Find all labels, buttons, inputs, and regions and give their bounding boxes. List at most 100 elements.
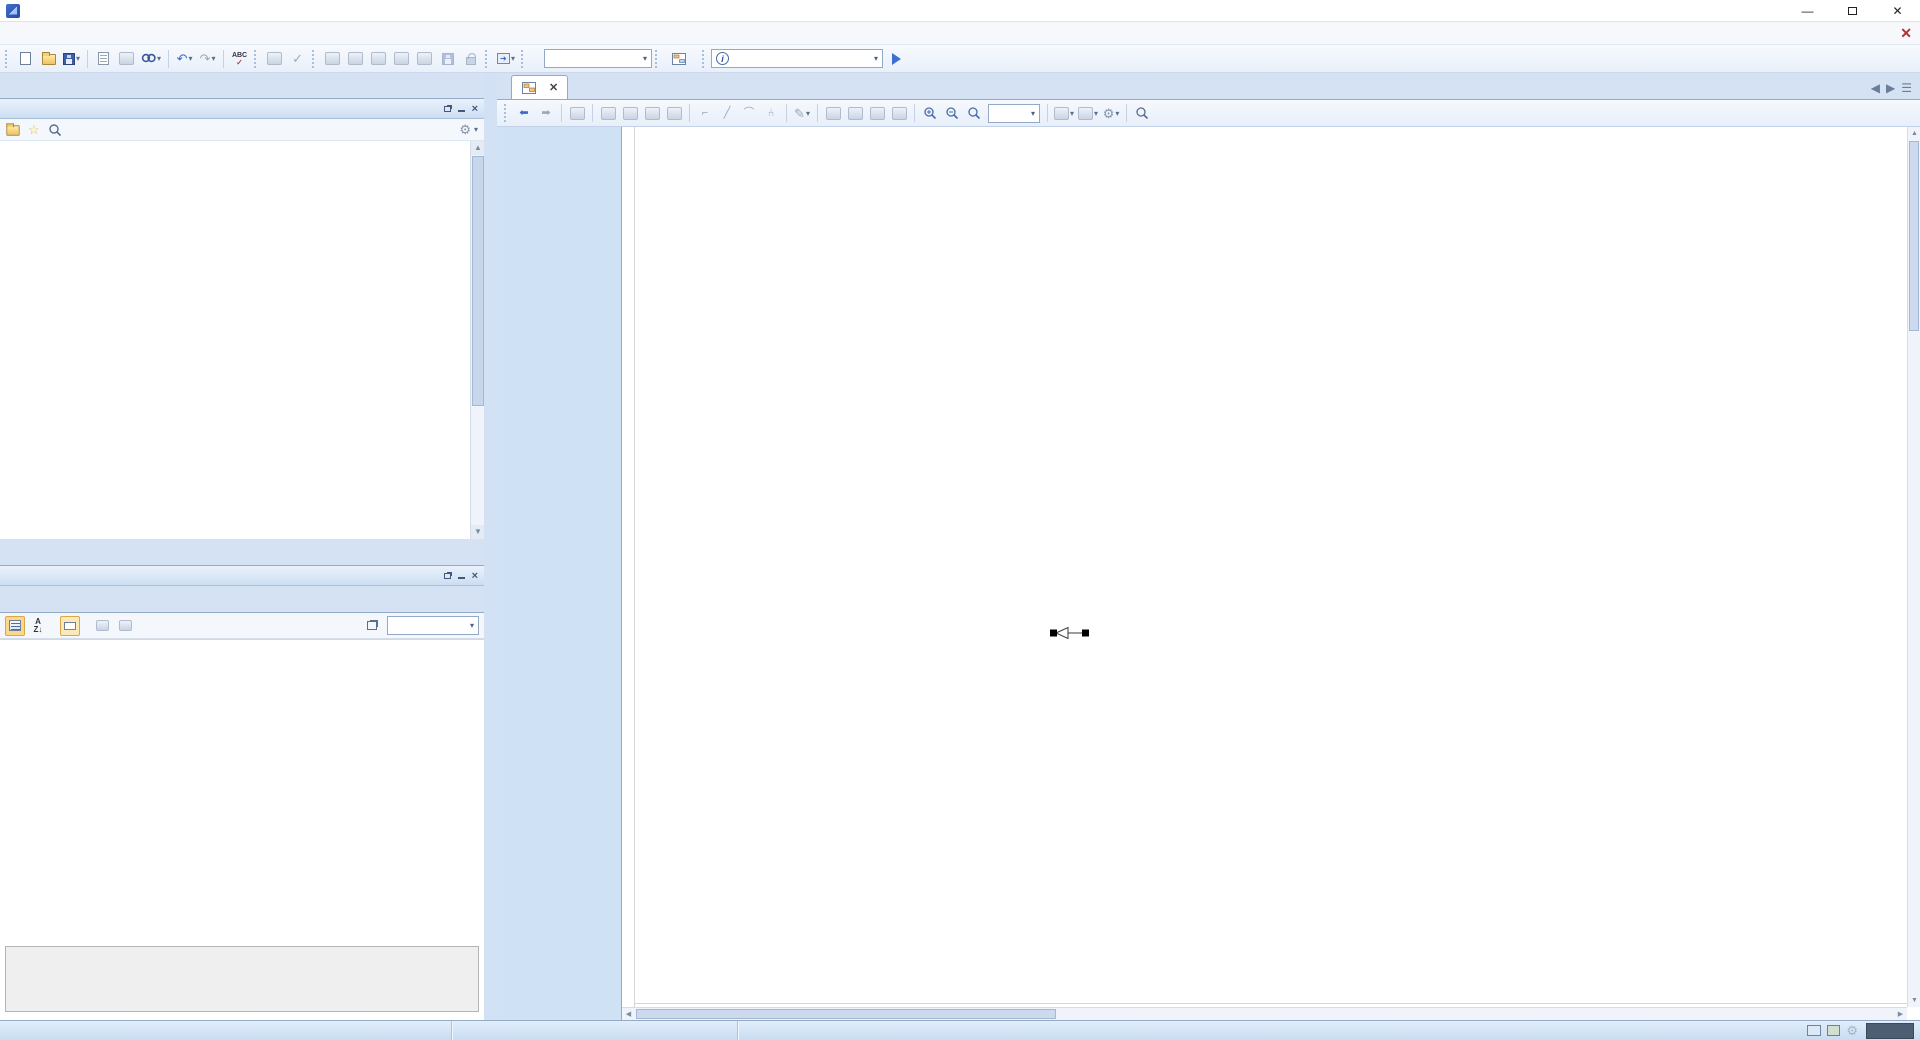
redo-button[interactable]: ↷▾ [196,47,219,70]
collab-save-button[interactable] [436,47,459,70]
customize-properties-button[interactable] [362,616,382,636]
expand-all-button[interactable] [92,616,112,636]
scroll-up-icon[interactable]: ▲ [471,141,484,155]
line-style-oblique-button[interactable]: ╱ [716,102,738,124]
swimlane-button[interactable] [866,102,888,124]
properties-panel-header: × [0,566,484,586]
check-syntax-button[interactable]: ✓ [286,47,309,70]
canvas-scroll-left-icon[interactable]: ◀ [622,1008,635,1020]
paste-button[interactable] [619,102,641,124]
open-project-button[interactable] [37,47,60,70]
show-model-button[interactable] [566,102,588,124]
next-diagram-icon[interactable]: ▶ [1886,81,1895,95]
print-preview-button[interactable] [92,47,115,70]
favorites-icon[interactable]: ☆ [28,124,40,136]
minimize-button[interactable]: — [1785,0,1830,22]
spelling-button[interactable]: ABC✓ [228,47,251,70]
create-diagram-button[interactable] [664,48,699,70]
copy-button[interactable] [597,102,619,124]
maximize-button[interactable] [1830,0,1875,22]
canvas-vertical-scrollbar[interactable]: ▲ ▼ [1907,127,1920,1007]
close-button[interactable]: ✕ [1875,0,1920,22]
zoom-out-button[interactable] [941,102,963,124]
collab-update-button[interactable] [321,47,344,70]
toolbar-grip [5,50,10,68]
properties-mode-select[interactable]: ▾ [387,616,479,635]
line-style-rectilinear-button[interactable]: ⌐ [694,102,716,124]
run-readme-button[interactable] [883,47,906,70]
new-project-button[interactable] [14,47,37,70]
perspective-select[interactable]: ▾ [544,49,652,68]
canvas-scroll-up-icon[interactable]: ▲ [1908,127,1920,140]
close-project-icon[interactable]: ✕ [1900,25,1912,42]
tree-options-caret-icon[interactable]: ▾ [474,125,478,134]
line-style-curve-button[interactable]: ⌒ [738,102,760,124]
notification-window-icon[interactable] [1807,1025,1821,1036]
readme-select[interactable]: i ▾ [711,49,883,68]
collab-revert-button[interactable] [367,47,390,70]
canvas-scroll-right-icon[interactable]: ▶ [1894,1008,1907,1020]
nav-forward-button[interactable]: ➡ [535,102,557,124]
undo-button[interactable]: ↶▾ [173,47,196,70]
collab-commit-button[interactable] [344,47,367,70]
tree-scrollbar[interactable]: ▲ ▼ [470,141,484,539]
validate-button[interactable] [263,47,286,70]
diagram-search-button[interactable] [1131,102,1153,124]
pencil-button[interactable]: ✎▾ [791,102,813,124]
canvas-horizontal-scrollbar[interactable]: ◀ ▶ [622,1007,1907,1020]
background-tasks-gear-icon[interactable]: ⚙ [1846,1024,1858,1037]
redo-icon: ↷ [200,52,211,65]
save-project-button[interactable]: ▾ [60,47,83,70]
tree-search-icon[interactable] [48,123,62,137]
panel-splitter[interactable] [484,73,497,1020]
minimize-properties-icon[interactable] [458,577,465,579]
close-properties-icon[interactable]: × [472,571,478,581]
show-grid-button[interactable]: ▾ [1052,102,1076,124]
diagram-options-gear-button[interactable]: ⚙▾ [1100,102,1122,124]
prev-diagram-icon[interactable]: ◀ [1871,81,1880,95]
diagram-properties-icon [1078,107,1093,120]
frame-button[interactable] [888,102,910,124]
cut-button[interactable] [641,102,663,124]
layout-button[interactable] [844,102,866,124]
open-in-tree-icon[interactable] [6,125,19,135]
sort-alphabetically-button[interactable]: AZ↓ [28,616,48,636]
forward-arrow-icon: ➡ [541,107,550,120]
diagram-list-icon[interactable]: ☰ [1901,81,1912,95]
canvas-scroll-down-icon[interactable]: ▼ [1908,994,1920,1007]
float-properties-icon[interactable] [444,573,451,579]
collab-branch-button[interactable] [390,47,413,70]
grid-button[interactable] [822,102,844,124]
zoom-fit-icon [967,106,981,120]
memory-monitor-icon[interactable] [1827,1025,1840,1036]
properties-tab-strip [0,586,484,613]
collab-merge-button[interactable] [413,47,436,70]
path-icon: ⑃ [768,107,775,120]
generalization-connector[interactable] [1049,625,1091,641]
tree-options-gear-icon[interactable]: ⚙ [459,123,471,136]
zoom-in-icon [923,106,937,120]
memory-usage-indicator[interactable] [1866,1023,1914,1039]
print-button[interactable] [115,47,138,70]
diagram-tab[interactable]: ✕ [511,75,568,99]
collapse-all-button[interactable] [115,616,135,636]
path-button[interactable]: ⑃ [760,102,782,124]
find-button[interactable]: ▾ [138,47,164,70]
delete-button[interactable] [663,102,685,124]
diagram-canvas[interactable]: ▲ ▼ ◀ ▶ [622,127,1920,1020]
zoom-in-button[interactable] [919,102,941,124]
close-diagram-tab-icon[interactable]: ✕ [549,81,558,94]
categorized-view-button[interactable] [5,616,25,636]
scroll-down-icon[interactable]: ▼ [471,525,484,539]
zoom-fit-button[interactable] [963,102,985,124]
zoom-level-select[interactable]: ▾ [988,104,1040,123]
close-panel-icon[interactable]: × [472,104,478,114]
show-description-button[interactable] [60,616,80,636]
lock-button[interactable] [459,47,482,70]
generate-report-button[interactable]: ▾ [494,47,518,70]
collab-update-icon [325,52,340,65]
diagram-properties-button[interactable]: ▾ [1076,102,1100,124]
minimize-panel-icon[interactable] [458,110,465,112]
float-panel-icon[interactable] [444,106,451,112]
nav-back-button[interactable]: ⬅ [513,102,535,124]
